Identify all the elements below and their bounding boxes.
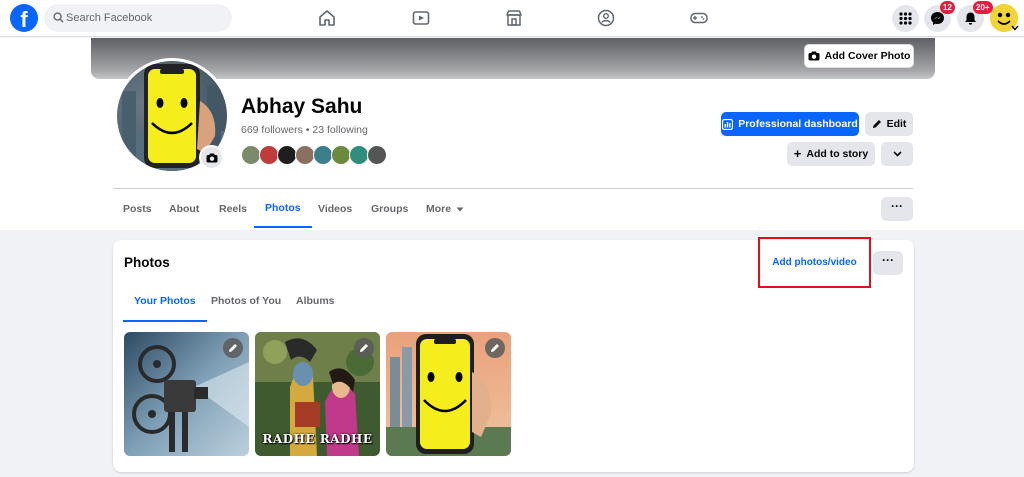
change-profile-picture-button[interactable] bbox=[199, 145, 224, 170]
photos-more-options-button[interactable]: ··· bbox=[873, 251, 903, 275]
chevron-down-icon bbox=[892, 151, 902, 157]
home-icon[interactable] bbox=[317, 8, 337, 28]
edit-photo-button[interactable] bbox=[354, 338, 374, 358]
edit-photo-button[interactable] bbox=[223, 338, 243, 358]
add-to-story-label: Add to story bbox=[806, 148, 869, 160]
marketplace-icon[interactable] bbox=[504, 8, 524, 28]
pencil-icon bbox=[229, 344, 237, 352]
notifications-button[interactable]: 20+ bbox=[957, 1, 993, 32]
friend-avatar[interactable] bbox=[313, 145, 333, 165]
tab-videos[interactable]: Videos bbox=[318, 190, 352, 228]
top-navigation-bar: f 12 20+ bbox=[0, 0, 1024, 37]
caret-down-icon bbox=[456, 207, 464, 211]
friend-avatar[interactable] bbox=[259, 145, 279, 165]
tab-photos[interactable]: Photos bbox=[254, 190, 312, 228]
camera-icon bbox=[206, 153, 217, 162]
friend-avatar[interactable] bbox=[331, 145, 351, 165]
photos-card-title: Photos bbox=[124, 255, 170, 270]
account-chevron-icon[interactable] bbox=[1011, 25, 1019, 31]
add-photos-video-label: Add photos/video bbox=[772, 257, 857, 268]
tab-albums[interactable]: Albums bbox=[296, 292, 335, 322]
messenger-button[interactable]: 12 bbox=[924, 1, 955, 32]
notifications-badge: 20+ bbox=[973, 1, 993, 14]
profile-name: Abhay Sahu bbox=[241, 95, 363, 118]
pencil-icon bbox=[872, 120, 881, 128]
menu-grid-button[interactable] bbox=[892, 5, 919, 32]
edit-photo-button[interactable] bbox=[485, 338, 505, 358]
facebook-logo[interactable]: f bbox=[10, 4, 38, 32]
video-icon[interactable] bbox=[411, 8, 431, 28]
gaming-icon[interactable] bbox=[689, 8, 709, 28]
groups-icon[interactable] bbox=[596, 8, 616, 28]
add-to-story-button[interactable]: + Add to story bbox=[787, 142, 875, 166]
menu-grid-icon bbox=[899, 12, 912, 25]
more-dots-icon: ··· bbox=[891, 199, 903, 213]
photos-card: Photos Add photos/video ··· Your Photos … bbox=[113, 237, 914, 472]
search-icon bbox=[53, 12, 64, 23]
profile-options-dropdown[interactable] bbox=[881, 142, 913, 166]
tab-photos-of-you[interactable]: Photos of You bbox=[211, 292, 281, 322]
plus-icon: + bbox=[793, 146, 802, 161]
profile-divider bbox=[113, 188, 913, 189]
tab-about[interactable]: About bbox=[169, 190, 199, 228]
dashboard-icon bbox=[722, 118, 734, 130]
follow-counts[interactable]: 669 followers • 23 following bbox=[241, 124, 368, 136]
edit-label: Edit bbox=[886, 118, 907, 130]
tab-more[interactable]: More bbox=[426, 190, 464, 228]
friend-avatar[interactable] bbox=[295, 145, 315, 165]
friend-avatar[interactable] bbox=[277, 145, 297, 165]
add-cover-photo-label: Add Cover Photo bbox=[824, 50, 911, 62]
edit-profile-button[interactable]: Edit bbox=[865, 112, 913, 136]
radhe-radhe-photo[interactable]: RADHE RADHE bbox=[255, 332, 380, 456]
photo-caption: RADHE RADHE bbox=[262, 432, 373, 446]
messenger-badge: 12 bbox=[940, 1, 955, 14]
profile-more-options-button[interactable]: ··· bbox=[881, 197, 913, 221]
search-input[interactable] bbox=[66, 4, 226, 32]
more-dots-icon: ··· bbox=[882, 253, 894, 267]
tab-more-label: More bbox=[426, 203, 452, 215]
search-box[interactable] bbox=[44, 4, 232, 32]
friend-avatar[interactable] bbox=[241, 145, 261, 165]
friend-avatar[interactable] bbox=[349, 145, 369, 165]
film-projector-photo[interactable] bbox=[124, 332, 249, 456]
friend-avatar[interactable] bbox=[367, 145, 387, 165]
professional-dashboard-label: Professional dashboard bbox=[738, 118, 858, 130]
tab-posts[interactable]: Posts bbox=[123, 190, 152, 228]
tab-your-photos[interactable]: Your Photos bbox=[123, 292, 207, 322]
professional-dashboard-button[interactable]: Professional dashboard bbox=[721, 112, 859, 136]
pencil-icon bbox=[491, 344, 499, 352]
add-photos-video-link[interactable]: Add photos/video bbox=[758, 237, 871, 288]
smiley-phone-photo[interactable] bbox=[386, 332, 511, 456]
tab-groups[interactable]: Groups bbox=[371, 190, 408, 228]
pencil-icon bbox=[360, 344, 368, 352]
tab-reels[interactable]: Reels bbox=[219, 190, 247, 228]
camera-icon bbox=[808, 51, 820, 61]
add-cover-photo-button[interactable]: Add Cover Photo bbox=[804, 44, 914, 68]
